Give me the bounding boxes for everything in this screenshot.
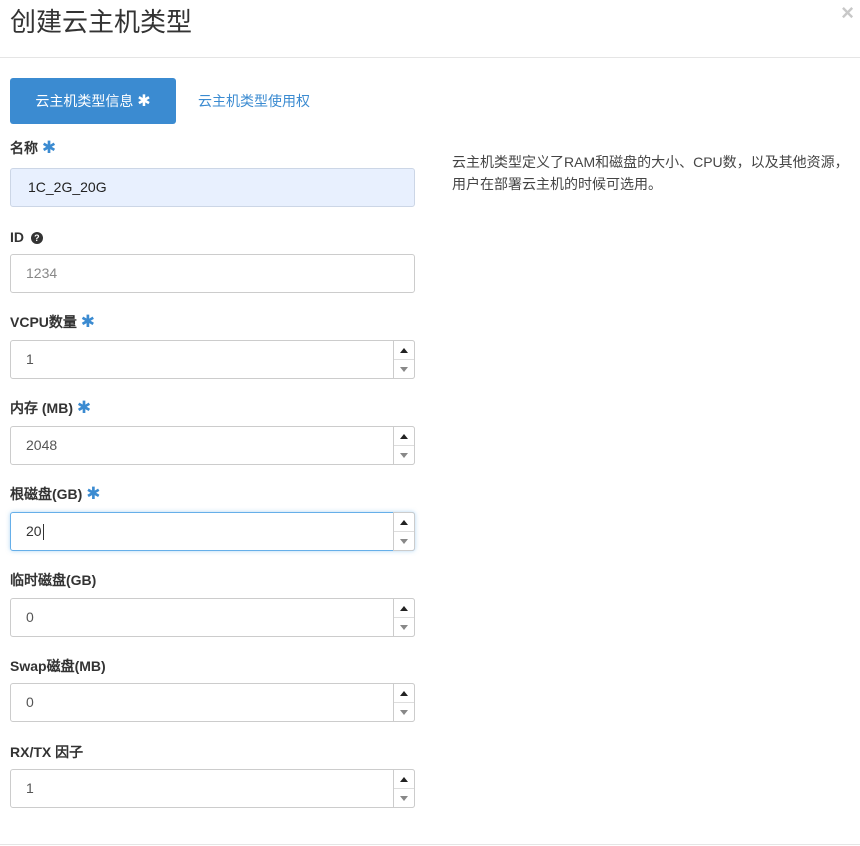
modal-header: 创建云主机类型 × bbox=[0, 0, 860, 58]
ephemeral-disk-label: 临时磁盘(GB) bbox=[10, 571, 96, 589]
increment-button[interactable] bbox=[394, 427, 414, 446]
caret-down-icon bbox=[400, 709, 408, 715]
caret-down-icon bbox=[400, 452, 408, 458]
required-icon: ✱ bbox=[76, 398, 92, 417]
modal-title: 创建云主机类型 bbox=[10, 7, 193, 37]
id-input[interactable]: 1234 bbox=[10, 254, 415, 293]
text-cursor bbox=[42, 524, 44, 541]
decrement-button[interactable] bbox=[394, 532, 414, 550]
caret-up-icon bbox=[400, 690, 408, 696]
ephemeral-disk-input-value: 0 bbox=[26, 609, 34, 625]
caret-down-icon bbox=[400, 538, 408, 544]
caret-up-icon bbox=[400, 776, 408, 782]
vcpus-label-text: VCPU数量 bbox=[10, 314, 77, 330]
root-disk-input-value: 20 bbox=[26, 513, 44, 550]
required-icon: ✱ bbox=[86, 484, 101, 503]
ephemeral-disk-input[interactable]: 0 bbox=[10, 598, 415, 637]
swap-disk-label-text: Swap磁盘(MB) bbox=[10, 658, 106, 674]
vcpus-input[interactable]: 1 bbox=[10, 340, 415, 379]
increment-button[interactable] bbox=[394, 770, 414, 789]
vcpus-input-value: 1 bbox=[26, 351, 34, 367]
swap-disk-input-value: 0 bbox=[26, 694, 34, 710]
name-input-value: 1C_2G_20G bbox=[28, 179, 107, 195]
caret-up-icon bbox=[400, 347, 408, 353]
caret-down-icon bbox=[400, 795, 408, 801]
decrement-button[interactable] bbox=[394, 360, 414, 378]
swap-disk-label: Swap磁盘(MB) bbox=[10, 657, 106, 675]
close-icon[interactable]: × bbox=[841, 2, 854, 24]
memory-input[interactable]: 2048 bbox=[10, 426, 415, 465]
memory-input-value: 2048 bbox=[26, 437, 58, 453]
root-disk-label: 根磁盘(GB) ✱ bbox=[10, 485, 100, 503]
caret-up-icon bbox=[400, 605, 408, 611]
decrement-button[interactable] bbox=[394, 703, 414, 721]
name-label-text: 名称 bbox=[10, 140, 38, 156]
root-disk-input[interactable]: 20 bbox=[10, 512, 415, 551]
increment-button[interactable] bbox=[394, 599, 414, 618]
memory-spinner bbox=[393, 426, 415, 465]
root-disk-label-text: 根磁盘(GB) bbox=[10, 486, 83, 502]
memory-label-text: 内存 (MB) bbox=[10, 400, 73, 416]
id-label-text: ID bbox=[10, 229, 24, 245]
root-disk-value-text: 20 bbox=[26, 523, 42, 539]
ephemeral-disk-label-text: 临时磁盘(GB) bbox=[10, 572, 97, 588]
tab-flavor-info-label: 云主机类型信息 bbox=[35, 93, 134, 109]
name-label: 名称 ✱ bbox=[10, 139, 56, 157]
id-label: ID ? bbox=[10, 228, 43, 246]
decrement-button[interactable] bbox=[394, 789, 414, 807]
vcpus-spinner bbox=[393, 340, 415, 379]
rxtx-factor-spinner bbox=[393, 769, 415, 808]
decrement-button[interactable] bbox=[394, 618, 414, 636]
decrement-button[interactable] bbox=[394, 446, 414, 464]
caret-up-icon bbox=[400, 519, 408, 525]
swap-disk-input[interactable]: 0 bbox=[10, 683, 415, 722]
rxtx-factor-label-text: RX/TX 因子 bbox=[10, 744, 84, 760]
caret-down-icon bbox=[400, 624, 408, 630]
increment-button[interactable] bbox=[394, 684, 414, 703]
rxtx-factor-label: RX/TX 因子 bbox=[10, 743, 83, 761]
name-input[interactable]: 1C_2G_20G bbox=[10, 168, 415, 207]
rxtx-factor-input-value: 1 bbox=[26, 780, 34, 796]
vcpus-label: VCPU数量 ✱ bbox=[10, 313, 95, 331]
caret-down-icon bbox=[400, 366, 408, 372]
caret-up-icon bbox=[400, 433, 408, 439]
flavor-description: 云主机类型定义了RAM和磁盘的大小、CPU数，以及其他资源，用户在部署云主机的时… bbox=[452, 154, 849, 192]
root-disk-spinner bbox=[393, 512, 415, 551]
swap-disk-spinner bbox=[393, 683, 415, 722]
memory-label: 内存 (MB) ✱ bbox=[10, 399, 91, 417]
id-input-placeholder: 1234 bbox=[26, 265, 58, 281]
required-icon: ✱ bbox=[80, 312, 96, 331]
required-icon: ✱ bbox=[137, 93, 151, 110]
tab-flavor-access[interactable]: 云主机类型使用权 bbox=[198, 78, 310, 124]
tab-flavor-info[interactable]: 云主机类型信息 ✱ bbox=[10, 78, 176, 124]
help-icon[interactable]: ? bbox=[30, 232, 43, 245]
increment-button[interactable] bbox=[394, 341, 414, 360]
modal-footer-divider bbox=[0, 844, 860, 845]
rxtx-factor-input[interactable]: 1 bbox=[10, 769, 415, 808]
increment-button[interactable] bbox=[394, 513, 414, 532]
ephemeral-disk-spinner bbox=[393, 598, 415, 637]
required-icon: ✱ bbox=[41, 138, 57, 157]
